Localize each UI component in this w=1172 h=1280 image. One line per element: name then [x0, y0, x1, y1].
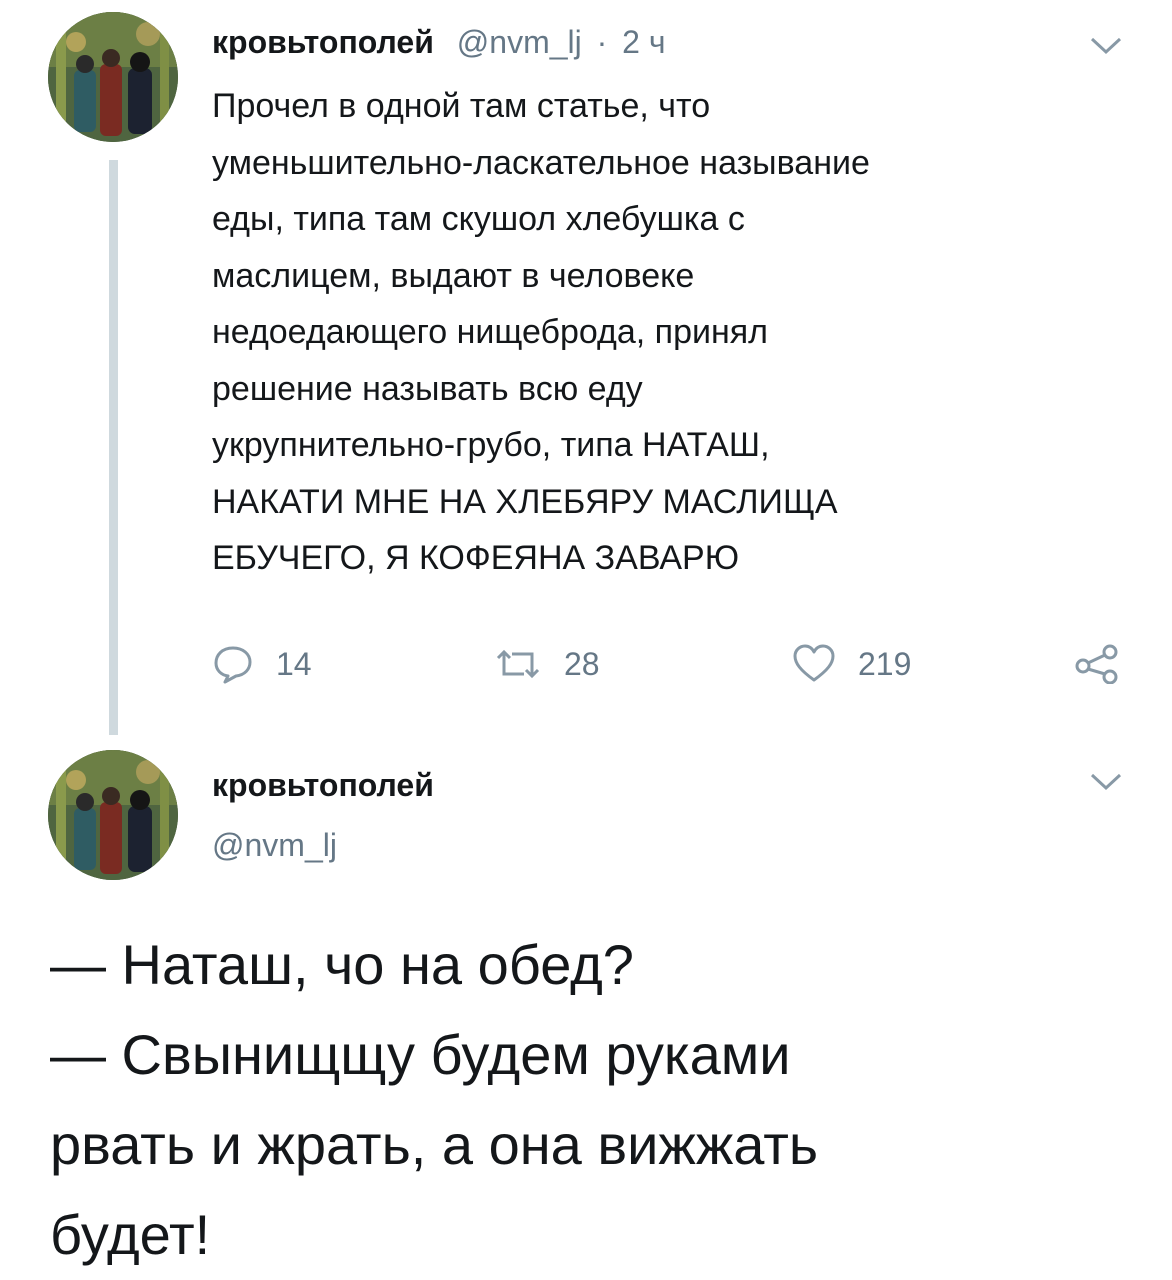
chevron-down-icon[interactable] [1088, 34, 1124, 58]
tweet-text: Прочел в одной там статье, что уменьшите… [212, 78, 1132, 587]
reply-count: 14 [276, 645, 312, 682]
tweet-actions: 14 28 219 [212, 640, 1147, 688]
like-button[interactable]: 219 [792, 640, 911, 688]
tweet-text-line: НАКАТИ МНЕ НА ХЛЕБЯРУ МАСЛИЩА [212, 482, 838, 521]
retweet-count: 28 [564, 645, 600, 682]
tweet-header: кровьтополей @nvm_lj · 2 ч [212, 20, 666, 64]
reply-icon [214, 646, 252, 684]
author-name[interactable]: кровьтополей [212, 763, 434, 807]
tweet-text: — Наташ, чо на обед? — Свынищщу будем ру… [50, 920, 1150, 1280]
retweet-button[interactable]: 28 [494, 640, 600, 688]
avatar[interactable] [48, 750, 178, 880]
tweet-time[interactable]: 2 ч [622, 24, 665, 60]
heart-icon [793, 644, 835, 682]
reply-button[interactable]: 14 [212, 640, 312, 688]
separator-dot: · [596, 24, 608, 60]
tweet-text-line: Прочел в одной там статье, что [212, 87, 711, 125]
author-handle[interactable]: @nvm_lj [212, 823, 337, 867]
tweet-text-line: будет! [50, 1203, 211, 1266]
tweet-text-line: решение называть всю еду [212, 369, 643, 408]
retweet-icon [496, 649, 540, 679]
like-count: 219 [858, 645, 912, 682]
share-button[interactable] [1074, 640, 1142, 688]
tweet-text-line: — Наташ, чо на обед? [50, 933, 634, 996]
tweet-text-line: недоедающего нищеброда, принял [212, 313, 769, 351]
tweet-text-line: еды, типа там скушол хлебушка с [212, 200, 745, 238]
tweet-text-line: укрупнительно-грубо, типа НАТАШ, [212, 426, 770, 464]
tweet-text-line: рвать и жрать, а она вижжать [50, 1113, 819, 1176]
author-handle[interactable]: @nvm_lj [457, 24, 582, 60]
tweet-text-line: уменьшительно-ласкательное называние [212, 143, 870, 182]
thread-line [109, 160, 118, 735]
tweet-text-line: — Свынищщу будем руками [50, 1023, 791, 1086]
tweet-text-line: маслицем, выдают в человеке [212, 256, 695, 295]
share-icon [1075, 644, 1118, 684]
chevron-down-icon[interactable] [1088, 770, 1124, 794]
avatar[interactable] [48, 12, 178, 142]
author-name[interactable]: кровьтополей [212, 24, 434, 60]
tweet-text-line: ЕБУЧЕГО, Я КОФЕЯНА ЗАВАРЮ [212, 539, 740, 577]
